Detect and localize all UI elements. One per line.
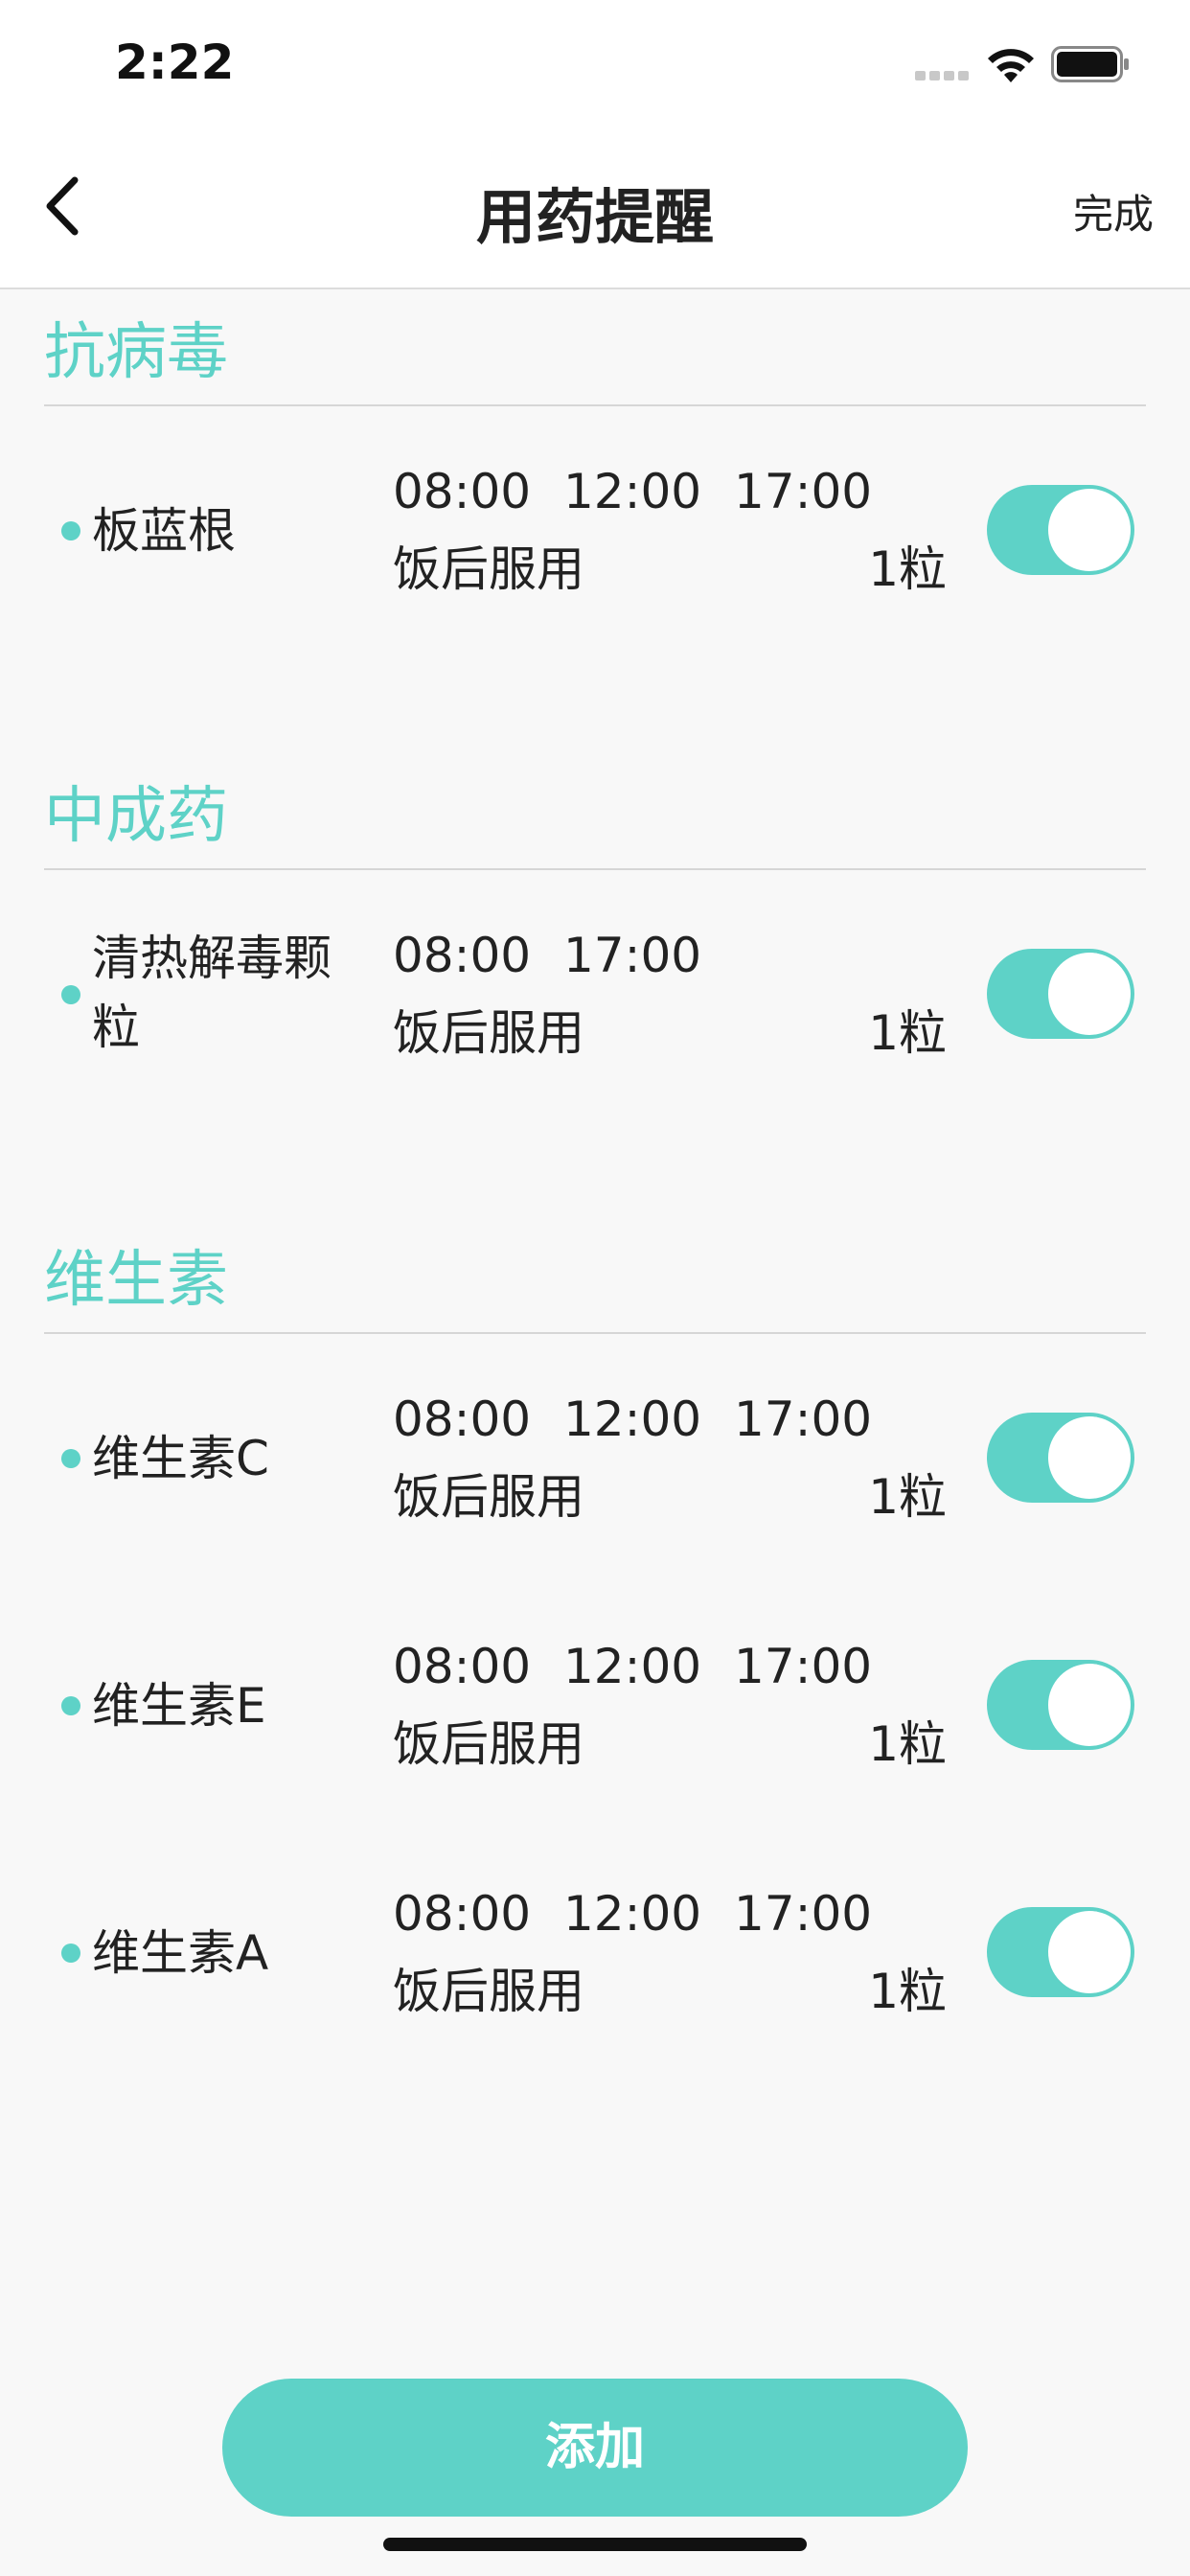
reminder-toggle[interactable]: [987, 485, 1134, 575]
reminder-times: 08:00 12:00 17:00: [393, 1392, 904, 1447]
list-item: 维生素E 08:00 12:00 17:00 饭后服用 1粒: [0, 1616, 1190, 1807]
toggle-knob: [1048, 489, 1131, 571]
dose: 1粒: [868, 541, 947, 597]
time-1: 08:00: [393, 928, 532, 983]
time-1: 08:00: [393, 1392, 532, 1447]
divider: [44, 1332, 1146, 1334]
top-bar: 2:22 用药提醒 完成: [0, 0, 1190, 289]
toggle-knob: [1048, 1664, 1131, 1746]
time-2: 12:00: [563, 1639, 702, 1694]
section-title-vitamins: 维生素: [44, 1245, 228, 1316]
time-3: 17:00: [734, 1886, 873, 1942]
reminder-toggle[interactable]: [987, 1413, 1134, 1503]
instruction: 饭后服用: [393, 1469, 584, 1525]
bullet-dot: [61, 521, 80, 540]
divider: [44, 868, 1146, 870]
time-1: 08:00: [393, 1886, 532, 1942]
bullet-dot: [61, 1944, 80, 1963]
time-2: 12:00: [563, 1886, 702, 1942]
reminder-times: 08:00 12:00 17:00: [393, 1886, 904, 1942]
time-3: 17:00: [734, 1639, 873, 1694]
instruction: 饭后服用: [393, 1716, 584, 1772]
time-2: 12:00: [563, 464, 702, 519]
dose: 1粒: [868, 1005, 947, 1061]
battery-icon: [1051, 46, 1129, 82]
done-button[interactable]: 完成: [1073, 182, 1154, 241]
reminder-times: 08:00 12:00 17:00: [393, 464, 904, 519]
toggle-knob: [1048, 1911, 1131, 1993]
medicine-name: 清热解毒颗粒: [92, 931, 332, 1055]
list-item: 维生素A 08:00 12:00 17:00 饭后服用 1粒: [0, 1863, 1190, 2055]
section-title-chinese-medicine: 中成药: [44, 781, 228, 852]
list-item: 板蓝根 08:00 12:00 17:00 饭后服用 1粒: [0, 441, 1190, 632]
dose: 1粒: [868, 1469, 947, 1525]
reminder-toggle[interactable]: [987, 1907, 1134, 1997]
instruction: 饭后服用: [393, 1964, 584, 2019]
time-3: 17:00: [734, 464, 873, 519]
add-button[interactable]: 添加: [222, 2379, 968, 2517]
page-title: 用药提醒: [475, 182, 714, 252]
instruction: 饭后服用: [393, 1005, 584, 1061]
bullet-dot: [61, 1696, 80, 1715]
status-time: 2:22: [115, 34, 235, 90]
time-2: 17:00: [563, 928, 702, 983]
medicine-name: 维生素E: [92, 1678, 266, 1734]
list-item: 维生素C 08:00 12:00 17:00 饭后服用 1粒: [0, 1368, 1190, 1560]
section-title-antiviral: 抗病毒: [44, 317, 228, 388]
medicine-name: 维生素C: [92, 1431, 269, 1486]
bullet-dot: [61, 1449, 80, 1468]
divider: [44, 404, 1146, 406]
wifi-icon: [988, 49, 1034, 82]
toggle-knob: [1048, 1416, 1131, 1499]
reminder-toggle[interactable]: [987, 1660, 1134, 1750]
home-indicator[interactable]: [383, 2538, 807, 2551]
reminder-toggle[interactable]: [987, 949, 1134, 1039]
dose: 1粒: [868, 1716, 947, 1772]
time-1: 08:00: [393, 1639, 532, 1694]
reminder-times: 08:00 12:00 17:00: [393, 1639, 904, 1694]
toggle-knob: [1048, 953, 1131, 1035]
time-2: 12:00: [563, 1392, 702, 1447]
dose: 1粒: [868, 1964, 947, 2019]
list-item: 清热解毒颗粒 08:00 17:00 饭后服用 1粒: [0, 905, 1190, 1096]
signal-icon: [915, 71, 973, 80]
medicine-name: 维生素A: [92, 1925, 269, 1981]
instruction: 饭后服用: [393, 541, 584, 597]
bullet-dot: [61, 985, 80, 1004]
time-1: 08:00: [393, 464, 532, 519]
time-3: 17:00: [734, 1392, 873, 1447]
medicine-name: 板蓝根: [92, 503, 236, 559]
reminder-times: 08:00 17:00: [393, 928, 734, 983]
